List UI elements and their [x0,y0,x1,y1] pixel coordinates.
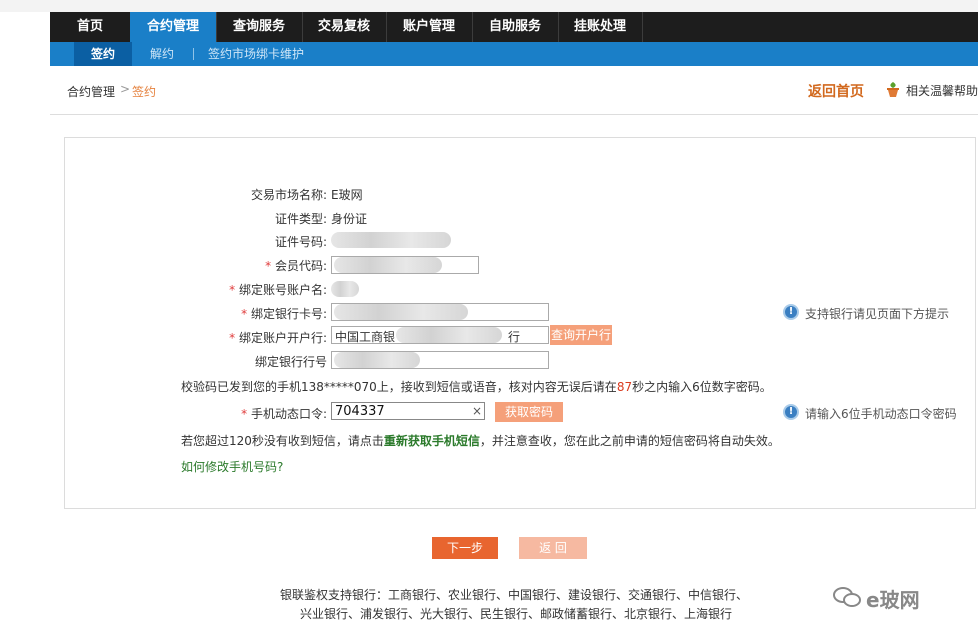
subnav-divider [193,48,194,60]
otp-label: * 手机动态口令: [241,405,327,422]
supported-banks-line1: 银联鉴权支持银行：工商银行、农业银行、中国银行、建设银行、交通银行、中信银行、 [280,588,749,602]
member-code-label: * 会员代码: [265,257,327,274]
sms-notice-prefix: 校验码已发到您的手机138*****070上，接收到短信或语音，核对内容无误后请… [181,380,617,394]
nav-contract-management[interactable]: 合约管理 [130,12,217,42]
sms-notice-suffix: 秒之内输入6位数字密码。 [632,380,772,394]
breadcrumb-current: 签约 [132,85,157,99]
subnav-cancel[interactable]: 解约 [150,42,174,66]
market-label: 交易市场名称: [250,188,327,202]
id-type-label: 证件类型: [274,212,327,226]
watermark: e玻网 [866,588,920,612]
bank-card-input[interactable] [331,303,549,321]
breadcrumb-separator: > [120,82,131,96]
account-name-label: * 绑定账号账户名: [229,281,327,298]
member-code-blurred [334,257,442,273]
otp-label-text: 手机动态口令: [250,407,327,421]
otp-hint-tip: 请输入6位手机动态口令密码 [805,407,957,421]
bank-card-label: * 绑定银行卡号: [241,305,327,322]
bank-branch-value: 中国工商银 [335,330,396,344]
required-mark: * [241,407,248,421]
member-code-input[interactable] [331,256,479,274]
nav-trade-review[interactable]: 交易复核 [302,12,387,42]
bank-card-label-text: 绑定银行卡号: [250,307,327,321]
bank-support-tip: 支持银行请见页面下方提示 [805,307,950,321]
subnav-sign[interactable]: 签约 [74,42,132,66]
bank-code-label: 绑定银行行号 [254,355,327,369]
return-home-link[interactable]: 返回首页 [808,81,864,101]
nav-home[interactable]: 首页 [50,12,131,42]
change-phone-row: 如何修改手机号码? [181,458,283,475]
top-strip [0,0,978,12]
main-nav: 首页 合约管理 查询服务 交易复核 账户管理 自助服务 挂账处理 [50,12,978,42]
otp-input[interactable]: 704337 × [331,402,485,420]
account-name-blurred [331,281,359,297]
id-type-value: 身份证 [331,212,368,226]
resend-notice: 若您超过120秒没有收到短信，请点击重新获取手机短信，并注意查收，您在此之前申请… [181,432,780,449]
account-name-label-text: 绑定账号账户名: [238,283,327,297]
required-mark: * [265,259,272,273]
supported-banks-line2: 兴业银行、浦发银行、光大银行、民生银行、邮政储蓄银行、北京银行、上海银行 [300,607,733,621]
bank-code-input[interactable] [331,351,549,369]
subnav-card-binding[interactable]: 签约市场绑卡维护 [208,42,304,66]
resend-prefix: 若您超过120秒没有收到短信，请点击 [181,434,384,448]
member-code-label-text: 会员代码: [274,259,327,273]
nav-account-management[interactable]: 账户管理 [386,12,473,42]
required-mark: * [241,307,248,321]
back-button[interactable]: 返 回 [519,537,587,559]
bank-branch-label: * 绑定账户开户行: [229,329,327,346]
bank-code-blurred [334,352,420,368]
resend-suffix: ，并注意查收，您在此之前申请的短信密码将自动失效。 [479,434,780,448]
nav-self-service[interactable]: 自助服务 [472,12,559,42]
market-value: E玻网 [331,188,363,202]
info-icon: ! [783,304,799,320]
help-link[interactable]: 相关温馨帮助 [906,82,978,99]
clear-icon[interactable]: × [472,404,482,418]
required-mark: * [229,283,236,297]
bank-branch-label-text: 绑定账户开户行: [238,331,327,345]
nav-pending-processing[interactable]: 挂账处理 [558,12,643,42]
wechat-icon [833,587,861,607]
breadcrumb-parent[interactable]: 合约管理 [67,83,115,100]
otp-value: 704337 [335,404,385,419]
flowerpot-icon [887,82,899,97]
next-step-button[interactable]: 下一步 [432,537,498,559]
info-icon: ! [783,404,799,420]
resend-sms-link[interactable]: 重新获取手机短信 [384,434,480,448]
sms-notice: 校验码已发到您的手机138*****070上，接收到短信或语音，核对内容无误后请… [181,378,772,395]
nav-query-service[interactable]: 查询服务 [216,12,303,42]
sign-form-panel [64,137,976,509]
bank-card-blurred [334,304,468,320]
bank-branch-input[interactable]: 中国工商银 行 [331,326,549,344]
get-password-button[interactable]: 获取密码 [495,402,563,422]
query-branch-button[interactable]: 查询开户行 [550,325,612,345]
change-phone-link[interactable]: 如何修改手机号码? [181,460,283,474]
sub-nav: 签约 解约 签约市场绑卡维护 [50,42,978,66]
countdown-seconds: 87 [616,380,633,394]
id-number-blurred [331,232,451,248]
breadcrumb-bar: 合约管理 > 签约 返回首页 相关温馨帮助 [50,66,978,115]
bank-branch-suffix: 行 [508,330,521,344]
required-mark: * [229,331,236,345]
id-number-label: 证件号码: [274,235,327,249]
bank-branch-blurred [396,327,502,343]
